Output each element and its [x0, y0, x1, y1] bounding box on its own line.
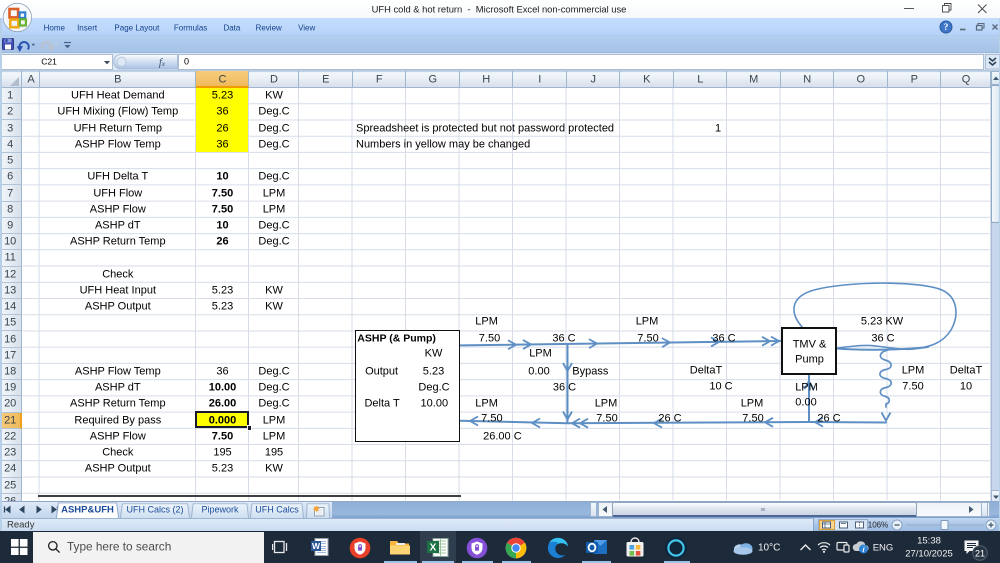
svg-text:X: X	[430, 543, 437, 554]
svg-text:21: 21	[975, 548, 985, 558]
svg-text:W: W	[312, 541, 321, 551]
